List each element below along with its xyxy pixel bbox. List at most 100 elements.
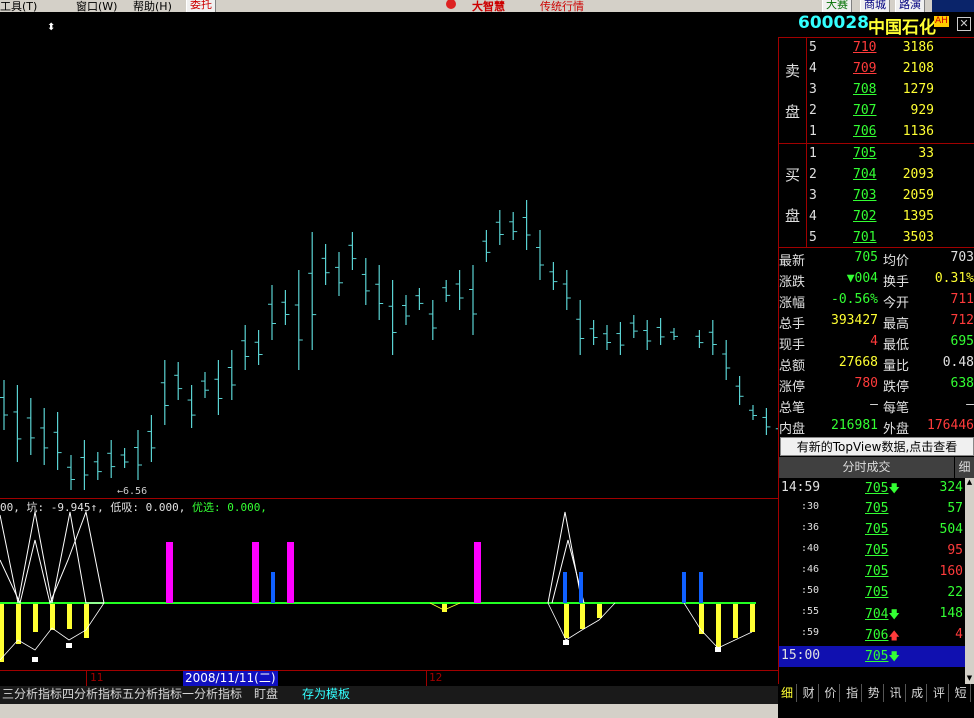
- quote-label: 最高: [883, 317, 910, 332]
- candlestick-series: [0, 200, 778, 490]
- quote-row: 内盘 216981 外盘 176446: [779, 416, 974, 437]
- blue-signal-bar: [699, 572, 703, 603]
- side-tab[interactable]: 价: [821, 684, 841, 702]
- tick-row[interactable]: :36 705 504: [779, 520, 965, 541]
- tick-volume: 324: [939, 480, 963, 495]
- quote-value: 27668: [838, 355, 878, 370]
- stock-header: 600028 中国石化 AH ✕: [778, 12, 974, 38]
- bid-level: 2: [809, 167, 817, 182]
- bid-price: 703: [853, 188, 877, 203]
- menu-item-window[interactable]: 窗口(W): [76, 0, 117, 12]
- tab-template-3[interactable]: 三分析指标: [2, 686, 62, 703]
- save-template-button[interactable]: 存为模板: [302, 686, 350, 703]
- bid-row[interactable]: 3 703 2059: [779, 186, 974, 207]
- tab-template-5[interactable]: 五分析指标: [122, 686, 182, 703]
- mall-button[interactable]: 商城: [860, 0, 890, 12]
- quote-row: 涨幅 -0.56% 今开 711: [779, 290, 974, 311]
- tab-template-1[interactable]: 一分析指标: [182, 686, 242, 703]
- blue-signal-bar: [682, 572, 686, 603]
- tick-row[interactable]: :46 705 160: [779, 562, 965, 583]
- ah-badge[interactable]: AH: [934, 16, 949, 27]
- side-tab[interactable]: 细: [778, 684, 797, 702]
- tick-time: :36: [801, 522, 820, 533]
- bid-row[interactable]: 4 702 1395: [779, 207, 974, 228]
- kline-chart[interactable]: [0, 12, 778, 670]
- side-tab[interactable]: 短: [952, 684, 971, 702]
- brand-name: 大智慧: [472, 0, 505, 12]
- menu-item-tools[interactable]: 工具(T): [0, 0, 37, 12]
- scroll-up-icon[interactable]: ▲: [965, 478, 974, 488]
- tick-row[interactable]: :59 706🡅 4: [779, 625, 965, 646]
- bid-row[interactable]: 1 705 33: [779, 144, 974, 165]
- bid-volume: 2059: [902, 188, 934, 203]
- side-tab[interactable]: 评: [930, 684, 949, 702]
- bid-row[interactable]: 5 701 3503: [779, 228, 974, 249]
- side-tab[interactable]: 成: [908, 684, 928, 702]
- ask-volume: 1279: [902, 82, 934, 97]
- ask-volume: 2108: [902, 61, 934, 76]
- tick-row[interactable]: :30 705 57: [779, 499, 965, 520]
- indicator-template-tabs: 三分析指标 四分析指标 五分析指标 一分析指标 盯盘 存为模板: [0, 686, 778, 704]
- blue-signal-bar: [271, 572, 275, 603]
- side-tab[interactable]: 指: [843, 684, 863, 702]
- bid-volume: 1395: [902, 209, 934, 224]
- tick-volume: 148: [939, 606, 963, 621]
- quote-value: 176446: [927, 418, 974, 433]
- quote-label: 内盘: [779, 422, 806, 437]
- contest-button[interactable]: 大赛: [822, 0, 852, 12]
- ask-row[interactable]: 5 710 3186: [779, 38, 974, 59]
- quote-label: 量比: [883, 359, 910, 374]
- ask-volume: 929: [910, 103, 934, 118]
- blue-signal-bar: [579, 572, 583, 603]
- quote-row: 涨停 780 跌停 638: [779, 374, 974, 395]
- ask-row[interactable]: 3 708 1279: [779, 80, 974, 101]
- quote-value: 711: [950, 292, 974, 307]
- tab-template-4[interactable]: 四分析指标: [62, 686, 122, 703]
- menu-item-help[interactable]: 帮助(H): [133, 0, 172, 12]
- roadshow-button[interactable]: 路演: [895, 0, 925, 12]
- indicator-panel: [0, 510, 756, 662]
- quote-label: 涨幅: [779, 296, 806, 311]
- yellow-signal-bar: [442, 604, 447, 612]
- yellow-signal-bar: [580, 604, 585, 629]
- tab-watch[interactable]: 盯盘: [254, 686, 278, 703]
- quote-value: 0.31%: [934, 271, 974, 286]
- yellow-signal-bar: [597, 604, 602, 618]
- tick-volume: 95: [947, 543, 963, 558]
- yellow-signal-bar: [16, 604, 21, 644]
- ask-row[interactable]: 2 707 929: [779, 101, 974, 122]
- magenta-signal-bar: [474, 542, 481, 603]
- side-tab[interactable]: 财: [800, 684, 819, 702]
- ticks-scrollbar[interactable]: ▲ ▼: [965, 478, 974, 684]
- title-strip: [932, 0, 974, 12]
- brand-subtitle: 传统行情: [540, 0, 584, 12]
- scroll-down-icon[interactable]: ▼: [965, 674, 974, 684]
- side-tab[interactable]: 讯: [887, 684, 906, 702]
- ask-row[interactable]: 4 709 2108: [779, 59, 974, 80]
- magenta-signal-bar: [287, 542, 294, 603]
- tick-row[interactable]: :40 705 95: [779, 541, 965, 562]
- ticks-list: 14:59 705🡇 324:30 705 57:36 705 504:40 705 95:46…: [779, 478, 965, 668]
- date-label-month: 11: [90, 671, 104, 684]
- signal-marker: [32, 657, 38, 662]
- indicator-value-selected: 优选: 0.000,: [191, 501, 267, 514]
- quote-label: 涨停: [779, 380, 806, 395]
- ticks-detail-button[interactable]: 细: [955, 457, 974, 478]
- magenta-signal-bar: [166, 542, 173, 603]
- ask-book: 卖 盘 5 710 3186 4 709 2108 3 708 1279 2 707 929 1 706 1…: [779, 38, 974, 143]
- tick-time: :40: [801, 543, 820, 554]
- ask-row[interactable]: 1 706 1136: [779, 122, 974, 143]
- close-icon[interactable]: ✕: [957, 17, 971, 31]
- tick-price: 705: [865, 501, 889, 516]
- bid-row[interactable]: 2 704 2093: [779, 165, 974, 186]
- tick-row[interactable]: 15:00 705🡇: [779, 646, 965, 667]
- topview-notice-button[interactable]: 有新的TopView数据,点击查看: [780, 437, 974, 456]
- side-tab[interactable]: 势: [865, 684, 884, 702]
- quote-label: 总笔: [779, 401, 806, 416]
- entrust-button[interactable]: 委托: [186, 0, 216, 12]
- tick-row[interactable]: :50 705 22: [779, 583, 965, 604]
- status-bar: [0, 704, 778, 718]
- tick-row[interactable]: :55 704🡇 148: [779, 604, 965, 625]
- blue-signal-bar: [563, 572, 567, 603]
- tick-row[interactable]: 14:59 705🡇 324: [779, 478, 965, 499]
